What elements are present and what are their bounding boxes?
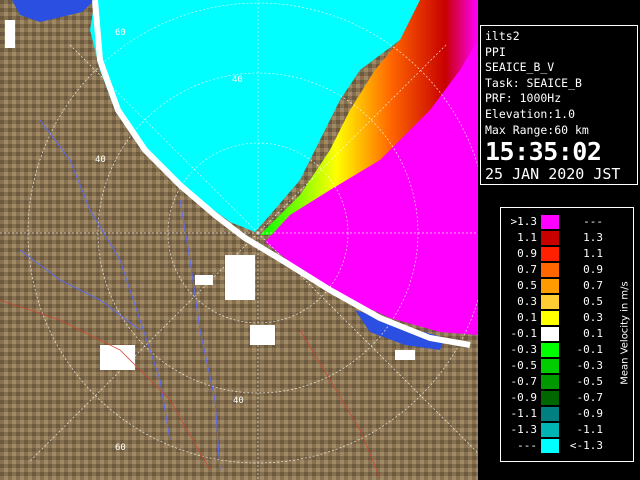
legend-row: -1.1 -0.9 <box>501 407 621 421</box>
legend-high-value: -0.3 <box>576 359 604 372</box>
range-label: 40 <box>232 75 243 85</box>
legend-color-swatch <box>541 359 559 373</box>
legend-color-swatch <box>541 423 559 437</box>
legend-high-value: -0.9 <box>576 407 604 420</box>
legend-high-value: 0.9 <box>583 263 603 276</box>
range-label: 60 <box>115 28 126 38</box>
legend-low-value: -0.3 <box>510 343 538 356</box>
legend-low-value: -0.7 <box>510 375 538 388</box>
legend-color-swatch <box>541 247 559 261</box>
legend-row: -0.9 -0.7 <box>501 391 621 405</box>
legend-row: 0.3 0.5 <box>501 295 621 309</box>
legend-low-value: 0.3 <box>517 295 537 308</box>
legend-low-value: 1.1 <box>517 231 537 244</box>
info-panel: ilts2 PPI SEAICE_B_V Task: SEAICE_B PRF:… <box>478 0 640 480</box>
legend-color-swatch <box>541 263 559 277</box>
legend-high-value: 1.3 <box>583 231 603 244</box>
legend-high-value: -0.1 <box>576 343 604 356</box>
legend-low-value: -1.3 <box>510 423 538 436</box>
range-label: 40 <box>95 155 106 165</box>
legend-row: --- <-1.3 <box>501 439 621 453</box>
legend-color-swatch <box>541 375 559 389</box>
legend-color-swatch <box>541 343 559 357</box>
legend-high-value: 0.3 <box>583 311 603 324</box>
legend-row: 0.5 0.7 <box>501 279 621 293</box>
legend-low-value: >1.3 <box>510 215 538 228</box>
legend-low-value: -0.1 <box>510 327 538 340</box>
legend-row: 0.7 0.9 <box>501 263 621 277</box>
legend-color-swatch <box>541 295 559 309</box>
elevation-value: Elevation:1.0 <box>485 106 576 121</box>
legend-high-value: 1.1 <box>583 247 603 260</box>
legend-row: >1.3 --- <box>501 215 621 229</box>
legend-low-value: -0.9 <box>510 391 538 404</box>
legend-color-swatch <box>541 439 559 453</box>
legend-row: -0.7 -0.5 <box>501 375 621 389</box>
legend-row: -1.3 -1.1 <box>501 423 621 437</box>
scan-time: 15:35:02 <box>485 137 602 167</box>
legend-color-swatch <box>541 327 559 341</box>
legend-color-swatch <box>541 391 559 405</box>
task-name: Task: SEAICE_B <box>485 75 582 90</box>
legend-color-swatch <box>541 231 559 245</box>
legend-low-value: 0.9 <box>517 247 537 260</box>
legend-row: 0.9 1.1 <box>501 247 621 261</box>
legend-high-value: -1.1 <box>576 423 604 436</box>
legend-low-value: 0.7 <box>517 263 537 276</box>
legend-row: 1.1 1.3 <box>501 231 621 245</box>
legend-row: -0.1 0.1 <box>501 327 621 341</box>
legend-row: 0.1 0.3 <box>501 311 621 325</box>
legend-high-value: 0.5 <box>583 295 603 308</box>
legend-color-swatch <box>541 215 559 229</box>
legend-low-value: 0.5 <box>517 279 537 292</box>
radar-info-box: ilts2 PPI SEAICE_B_V Task: SEAICE_B PRF:… <box>480 25 638 185</box>
legend-high-value: -0.7 <box>576 391 604 404</box>
range-label: 60 <box>115 443 126 453</box>
max-range-value: Max Range:60 km <box>485 122 589 137</box>
legend-low-value: 0.1 <box>517 311 537 324</box>
legend-high-value: 0.7 <box>583 279 603 292</box>
site-name: ilts2 <box>485 29 520 43</box>
legend-low-value: -0.5 <box>510 359 538 372</box>
legend-high-value: -0.5 <box>576 375 604 388</box>
prf-value: PRF: 1000Hz <box>485 91 562 106</box>
legend-high-value: 0.1 <box>583 327 603 340</box>
legend-row: -0.3 -0.1 <box>501 343 621 357</box>
legend-low-value: -1.1 <box>510 407 538 420</box>
legend-row: -0.5 -0.3 <box>501 359 621 373</box>
field-name: SEAICE_B_V <box>485 60 555 75</box>
range-label: 40 <box>233 396 244 406</box>
legend-color-swatch <box>541 311 559 325</box>
velocity-legend: >1.3 --- 1.1 1.3 0.9 1.1 0.7 0.9 0.5 0.7 0.3 0.5 0.1… <box>500 207 634 462</box>
legend-high-value: <-1.3 <box>569 439 603 452</box>
legend-low-value: --- <box>517 439 537 452</box>
product-type: PPI <box>485 44 506 59</box>
legend-color-swatch <box>541 279 559 293</box>
legend-title: Mean Velocity in m/s <box>619 281 631 385</box>
legend-color-swatch <box>541 407 559 421</box>
legend-high-value: --- <box>583 215 603 228</box>
scan-date: 25 JAN 2020 JST <box>485 165 621 184</box>
radar-ppi-display: 60 40 40 40 60 <box>0 0 478 480</box>
